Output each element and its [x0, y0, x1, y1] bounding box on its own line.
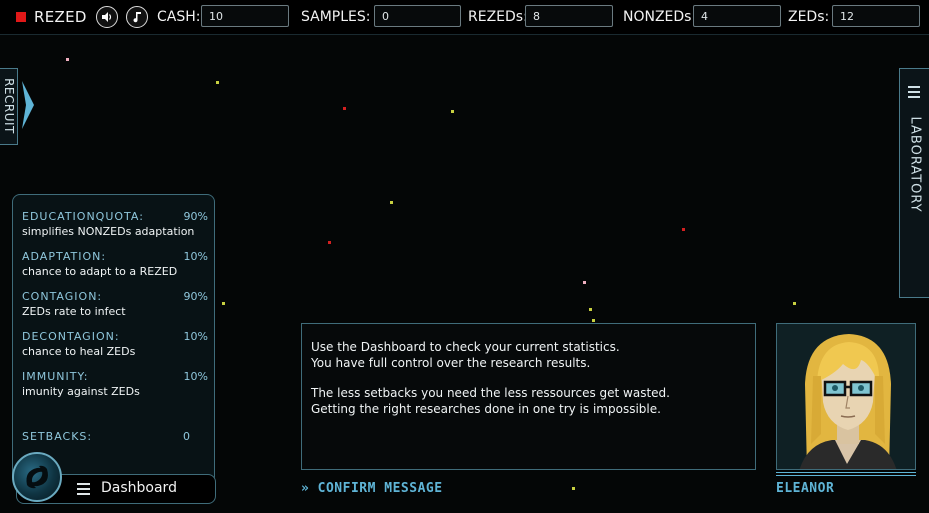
eleanor-portrait-image	[777, 324, 915, 469]
zed-dot	[328, 241, 331, 244]
character-portrait	[776, 323, 916, 470]
app-title: REZED	[34, 8, 87, 26]
stat-name: ADAPTATION:	[22, 250, 107, 263]
stat-setbacks: SETBACKS: 0	[22, 430, 208, 443]
zed-dot	[682, 228, 685, 231]
stat-immunity: IMMUNITY: 10% imunity against ZEDs	[22, 370, 208, 398]
yin-yang-orb-icon[interactable]	[12, 452, 62, 502]
music-note-icon	[133, 12, 141, 23]
divider	[776, 472, 916, 473]
sound-toggle-button[interactable]	[96, 6, 118, 28]
zeds-field: 12	[832, 5, 920, 27]
laboratory-tab-label: LABORATORY	[907, 116, 923, 213]
stat-value: 90%	[183, 290, 208, 303]
stat-adaptation: ADAPTATION: 10% chance to adapt to a REZ…	[22, 250, 208, 278]
stat-name: CONTAGION:	[22, 290, 103, 303]
nonzed-dot	[592, 319, 595, 322]
music-toggle-button[interactable]	[126, 6, 148, 28]
stat-value: 0	[183, 430, 190, 443]
message-box: Use the Dashboard to check your current …	[301, 323, 756, 470]
speaker-icon	[102, 12, 112, 22]
nonzed-dot	[793, 302, 796, 305]
cash-label: CASH:	[157, 9, 201, 25]
stat-name: DECONTAGION:	[22, 330, 120, 343]
stat-value: 10%	[183, 250, 208, 263]
stat-value: 10%	[183, 370, 208, 383]
zed-dot	[343, 107, 346, 110]
double-chevron-icon: »	[301, 481, 310, 496]
nonzed-dot	[572, 487, 575, 490]
recruit-tab-label: RECRUIT	[2, 78, 16, 134]
confirm-message-button[interactable]: » CONFIRM MESSAGE	[301, 481, 443, 496]
message-line: The less setbacks you need the less ress…	[311, 386, 670, 400]
dashboard-panel: EDUCATIONQUOTA: 90% simplifies NONZEDs a…	[12, 194, 215, 484]
nonzed-dot	[222, 302, 225, 305]
rezeds-label: REZEDs:	[468, 9, 528, 25]
stat-contagion: CONTAGION: 90% ZEDs rate to infect	[22, 290, 208, 318]
message-line: You have full control over the research …	[311, 355, 591, 370]
cash-field: 10	[201, 5, 289, 27]
nonzed-dot	[589, 308, 592, 311]
stat-decontagion: DECONTAGION: 10% chance to heal ZEDs	[22, 330, 208, 358]
nonzed-dot	[390, 201, 393, 204]
stat-value: 10%	[183, 330, 208, 343]
rezed-dot	[66, 58, 69, 61]
rezed-dot	[583, 281, 586, 284]
recruit-tab[interactable]: RECRUIT	[0, 68, 18, 145]
divider	[776, 475, 916, 476]
stat-value: 90%	[183, 210, 208, 223]
samples-field: 0	[374, 5, 461, 27]
stat-name: IMMUNITY:	[22, 370, 89, 383]
top-bar: REZED CASH: 10 SAMPLES: 0 REZEDs: 8 NONZ…	[0, 0, 929, 35]
stat-description: chance to heal ZEDs	[22, 345, 136, 358]
menu-icon	[908, 86, 920, 101]
stat-description: ZEDs rate to infect	[22, 305, 126, 318]
confirm-message-label: CONFIRM MESSAGE	[317, 481, 443, 496]
nonzed-dot	[451, 110, 454, 113]
chevron-right-icon[interactable]	[20, 80, 36, 130]
nonzed-dot	[216, 81, 219, 84]
samples-label: SAMPLES:	[301, 9, 371, 25]
character-name: ELEANOR	[776, 481, 835, 496]
rezeds-field: 8	[525, 5, 613, 27]
zeds-label: ZEDs:	[788, 9, 830, 25]
nonzeds-field: 4	[693, 5, 781, 27]
stat-description: imunity against ZEDs	[22, 385, 140, 398]
dashboard-button-label: Dashboard	[101, 480, 177, 496]
menu-icon	[77, 483, 90, 498]
message-line: Getting the right researches done in one…	[311, 401, 661, 416]
stat-description: simplifies NONZEDs adaptation	[22, 225, 195, 238]
stat-description: chance to adapt to a REZED	[22, 265, 178, 278]
swirl-icon	[26, 465, 48, 489]
stat-education-quota: EDUCATIONQUOTA: 90% simplifies NONZEDs a…	[22, 210, 208, 238]
stat-name: EDUCATIONQUOTA:	[22, 210, 144, 223]
laboratory-tab[interactable]: LABORATORY	[899, 68, 929, 298]
logo-square-icon	[16, 12, 26, 22]
stat-name: SETBACKS:	[22, 430, 93, 443]
nonzeds-label: NONZEDs:	[623, 9, 697, 25]
message-line: Use the Dashboard to check your current …	[311, 340, 620, 354]
